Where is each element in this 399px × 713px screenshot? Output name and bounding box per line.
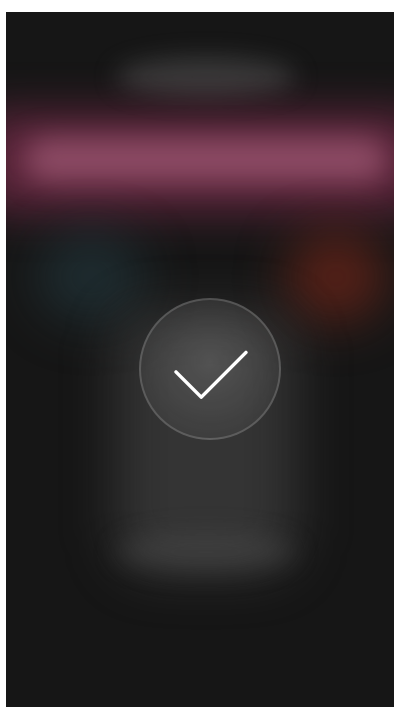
blurred-left-card xyxy=(36,232,146,322)
blurred-bottom-label xyxy=(116,532,296,572)
success-indicator xyxy=(139,298,281,440)
checkmark-icon xyxy=(174,350,248,399)
blurred-banner-highlight xyxy=(26,137,386,182)
app-screen xyxy=(6,12,394,707)
blurred-header xyxy=(116,57,296,97)
blurred-right-card xyxy=(286,232,386,322)
